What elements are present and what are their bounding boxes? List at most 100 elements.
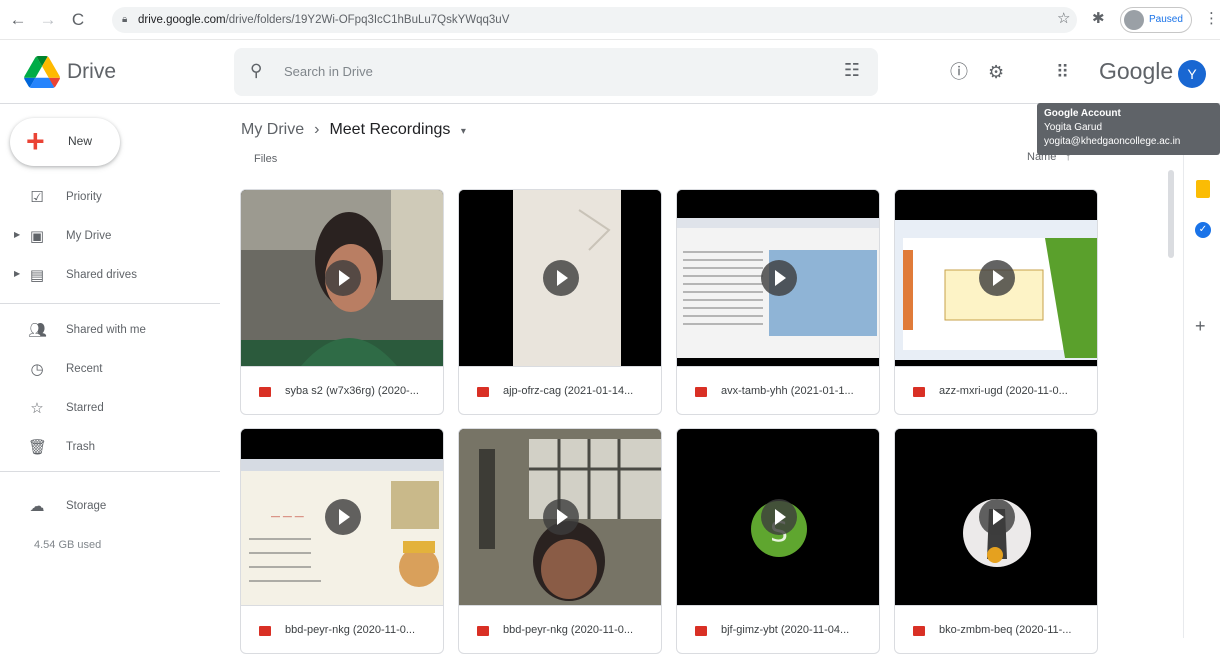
account-avatar[interactable]: Y xyxy=(1178,60,1206,88)
main-scrollbar[interactable] xyxy=(1168,170,1174,258)
play-icon[interactable] xyxy=(325,260,361,296)
my-drive-icon: ▣ xyxy=(29,228,45,245)
file-name: bbd-peyr-nkg (2020-11-0... xyxy=(285,624,416,636)
file-footer: avx-tamb-yhh (2021-01-1... xyxy=(677,366,879,414)
plus-icon: + xyxy=(26,123,45,159)
tasks-icon[interactable]: ✓ xyxy=(1195,222,1211,238)
new-button[interactable]: + New xyxy=(10,118,120,166)
file-card[interactable]: azz-mxri-ugd (2020-11-0... xyxy=(894,189,1098,415)
profile-status: Paused xyxy=(1149,14,1183,25)
file-footer: bjf-gimz-ybt (2020-11-04... xyxy=(677,605,879,653)
search-options-icon[interactable]: ☷ xyxy=(844,60,860,81)
forward-arrow-icon[interactable]: → xyxy=(38,10,58,30)
search-input[interactable]: Search in Drive xyxy=(284,48,373,96)
help-icon[interactable]: ⓘ xyxy=(950,62,968,82)
file-name: bjf-gimz-ybt (2020-11-04... xyxy=(721,624,850,636)
sidebar-item-label: Recent xyxy=(66,363,103,375)
apps-grid-icon[interactable]: ⠿ xyxy=(1056,62,1069,82)
settings-gear-icon[interactable]: ⚙ xyxy=(988,62,1004,82)
sidebar-divider xyxy=(0,471,220,472)
sidebar-item-label: Priority xyxy=(66,191,102,203)
sidebar-item-recent[interactable]: ◷ Recent xyxy=(0,352,220,388)
trash-icon: 🗑︎ xyxy=(28,439,48,456)
browser-toolbar: ← → C 🔒︎ drive.google.com/drive/folders/… xyxy=(0,0,1220,40)
sidebar-item-shared-with-me[interactable]: 👥︎ Shared with me xyxy=(0,313,220,349)
file-card[interactable]: bbd-peyr-nkg (2020-11-0... xyxy=(458,428,662,654)
keep-icon[interactable] xyxy=(1196,180,1210,198)
profile-button[interactable]: Paused xyxy=(1120,7,1192,33)
sidebar-item-trash[interactable]: 🗑︎ Trash xyxy=(0,430,220,466)
file-footer: syba s2 (w7x36rg) (2020-... xyxy=(241,366,443,414)
drive-header: Drive ⚲ Search in Drive ☷ ⓘ ⚙ ⠿ Google Y xyxy=(0,40,1220,104)
star-icon: ☆ xyxy=(30,400,44,417)
file-card[interactable]: syba s2 (w7x36rg) (2020-... xyxy=(240,189,444,415)
drive-logo-icon[interactable] xyxy=(24,56,60,88)
tooltip-title: Google Account xyxy=(1044,108,1121,119)
tooltip-user-name: Yogita Garud xyxy=(1044,122,1103,133)
file-name: bbd-peyr-nkg (2020-11-0... xyxy=(503,624,634,636)
sidebar-item-label: Storage xyxy=(66,500,107,512)
file-name: avx-tamb-yhh (2021-01-1... xyxy=(721,385,854,397)
sidebar-item-label: Trash xyxy=(66,441,95,453)
sidebar-item-label: My Drive xyxy=(66,230,112,242)
play-icon[interactable] xyxy=(761,499,797,535)
sidebar-item-starred[interactable]: ☆ Starred xyxy=(0,391,220,427)
folder-dropdown-icon[interactable]: ▾ xyxy=(461,126,466,137)
file-card[interactable]: avx-tamb-yhh (2021-01-1... xyxy=(676,189,880,415)
play-icon[interactable] xyxy=(979,260,1015,296)
clock-icon: ◷ xyxy=(30,361,44,378)
file-name: azz-mxri-ugd (2020-11-0... xyxy=(939,385,1068,397)
expand-caret-icon[interactable]: ▶ xyxy=(14,269,20,278)
back-arrow-icon[interactable]: ← xyxy=(8,10,28,30)
play-icon[interactable] xyxy=(543,260,579,296)
video-file-icon xyxy=(259,387,271,397)
search-icon[interactable]: ⚲ xyxy=(250,61,262,81)
expand-caret-icon[interactable]: ▶ xyxy=(14,230,20,239)
video-file-icon xyxy=(913,387,925,397)
file-footer: bko-zmbm-beq (2020-11-... xyxy=(895,605,1097,653)
file-card[interactable]: ajp-ofrz-cag (2021-01-14... xyxy=(458,189,662,415)
play-icon[interactable] xyxy=(325,499,361,535)
play-icon[interactable] xyxy=(979,499,1015,535)
breadcrumb: My Drive › Meet Recordings ▾ xyxy=(241,121,466,139)
sidebar-item-priority[interactable]: ☑ Priority xyxy=(0,180,220,216)
extensions-icon[interactable]: ✱ xyxy=(1092,9,1105,29)
search-box[interactable]: ⚲ Search in Drive ☷ xyxy=(234,48,878,96)
storage-used-text: 4.54 GB used xyxy=(34,539,102,551)
sidebar-item-my-drive[interactable]: ▶ ▣ My Drive xyxy=(0,219,220,255)
add-addon-icon[interactable]: + xyxy=(1195,316,1206,337)
url-host: drive.google.com xyxy=(138,14,226,26)
browser-menu-icon[interactable]: ⋮ xyxy=(1204,9,1219,29)
lock-icon: 🔒︎ xyxy=(122,14,128,25)
file-footer: ajp-ofrz-cag (2021-01-14... xyxy=(459,366,661,414)
side-panel-rail: ✓ + xyxy=(1183,104,1220,638)
file-name: bko-zmbm-beq (2020-11-... xyxy=(939,624,1072,636)
video-file-icon xyxy=(695,387,707,397)
shared-drives-icon: ▤ xyxy=(29,267,45,284)
sidebar-item-storage[interactable]: ☁ Storage xyxy=(0,489,220,525)
sidebar-item-shared-drives[interactable]: ▶ ▤ Shared drives xyxy=(0,258,220,294)
product-name[interactable]: Drive xyxy=(67,60,116,84)
file-name: ajp-ofrz-cag (2021-01-14... xyxy=(503,385,634,397)
breadcrumb-my-drive[interactable]: My Drive xyxy=(241,121,304,138)
breadcrumb-current-folder[interactable]: Meet Recordings xyxy=(329,121,450,138)
reload-icon[interactable]: C xyxy=(68,10,88,30)
bookmark-star-icon[interactable]: ☆ xyxy=(1057,9,1070,29)
file-footer: bbd-peyr-nkg (2020-11-0... xyxy=(459,605,661,653)
address-bar[interactable]: 🔒︎ drive.google.com/drive/folders/19Y2Wi… xyxy=(112,7,1077,33)
tooltip-user-email: yogita@khedgaoncollege.ac.in xyxy=(1044,136,1181,147)
play-icon[interactable] xyxy=(761,260,797,296)
file-footer: bbd-peyr-nkg (2020-11-0... xyxy=(241,605,443,653)
play-icon[interactable] xyxy=(543,499,579,535)
file-card[interactable]: S bjf-gimz-ybt (2020-11-04... xyxy=(676,428,880,654)
video-file-icon xyxy=(259,626,271,636)
file-card[interactable]: bko-zmbm-beq (2020-11-... xyxy=(894,428,1098,654)
breadcrumb-separator-icon: › xyxy=(314,121,320,138)
files-section-label: Files xyxy=(254,153,278,165)
sidebar-item-label: Shared with me xyxy=(66,324,146,336)
profile-avatar xyxy=(1124,10,1144,30)
google-wordmark: Google xyxy=(1099,58,1174,84)
sidebar-divider xyxy=(0,303,220,304)
file-card[interactable]: ― ― ― bbd-peyr-nkg (2020-11-0... xyxy=(240,428,444,654)
file-footer: azz-mxri-ugd (2020-11-0... xyxy=(895,366,1097,414)
